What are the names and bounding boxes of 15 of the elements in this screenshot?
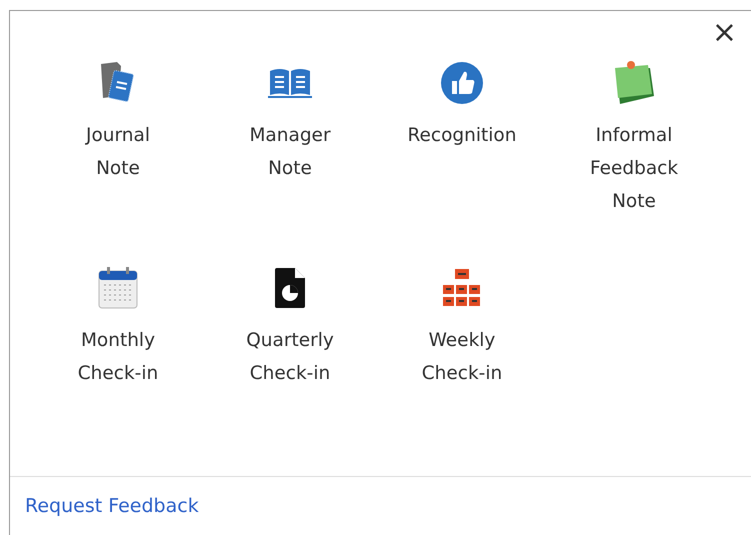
pie-chart-document-icon <box>275 268 305 308</box>
note-type-option[interactable]: Quarterly Check-in <box>204 254 376 390</box>
note-type-option[interactable]: Journal Note <box>32 49 204 218</box>
sticky-note-icon <box>612 60 656 106</box>
note-type-option[interactable]: Manager Note <box>204 49 376 218</box>
note-type-option[interactable]: Informal Feedback Note <box>548 49 720 218</box>
note-type-option[interactable]: Weekly Check-in <box>376 254 548 390</box>
thumbs-up-icon <box>441 62 483 104</box>
org-chart-icon <box>441 267 483 309</box>
calendar-icon <box>98 267 138 309</box>
book-icon <box>268 67 312 99</box>
request-feedback-link[interactable]: Request Feedback <box>25 495 199 517</box>
note-type-option[interactable]: Recognition <box>376 49 548 218</box>
note-type-option[interactable]: Monthly Check-in <box>32 254 204 390</box>
close-button[interactable]: × <box>712 11 751 49</box>
